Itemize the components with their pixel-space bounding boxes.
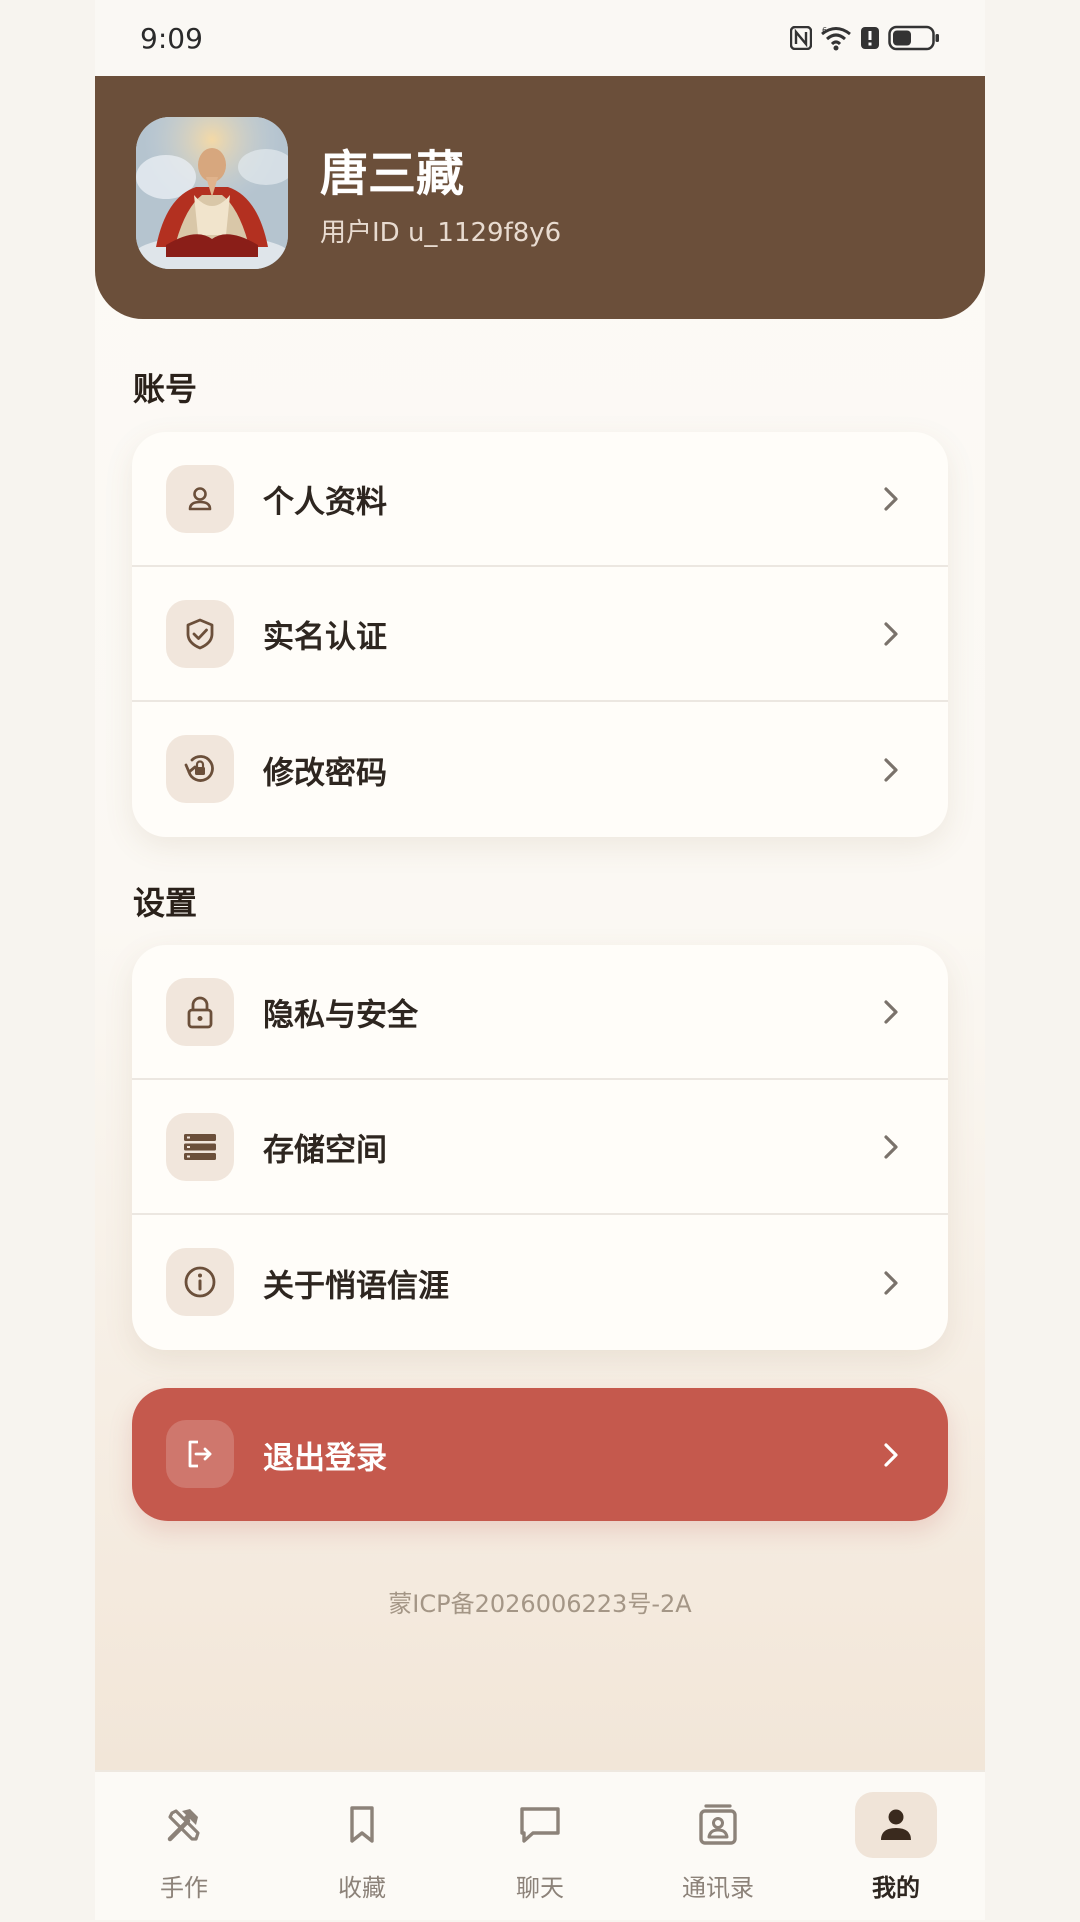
menu-item-verification[interactable]: 实名认证 — [132, 567, 948, 702]
person-icon — [855, 1792, 937, 1858]
section-title-settings: 设置 — [133, 884, 198, 922]
lock-reset-icon — [166, 735, 234, 803]
tab-label: 通讯录 — [682, 1874, 754, 1902]
settings-card: 隐私与安全 存储空间 关于悄语信涯 — [132, 945, 948, 1350]
contacts-icon — [677, 1792, 759, 1858]
tab-chat[interactable]: 聊天 — [465, 1772, 615, 1922]
chevron-right-icon — [884, 486, 898, 511]
avatar[interactable] — [136, 117, 288, 269]
menu-item-label: 个人资料 — [263, 484, 387, 520]
tab-contacts[interactable]: 通讯录 — [643, 1772, 793, 1922]
section-title-account: 账号 — [133, 370, 198, 408]
menu-item-change-password[interactable]: 修改密码 — [132, 702, 948, 837]
avatar-image — [136, 117, 288, 269]
chat-icon — [499, 1792, 581, 1858]
menu-item-label: 修改密码 — [263, 755, 387, 791]
info-icon — [166, 1248, 234, 1316]
tab-label: 聊天 — [516, 1874, 564, 1902]
chevron-right-icon — [884, 757, 898, 782]
status-bar: 9:09 6 — [95, 0, 985, 76]
user-id: 用户ID u_1129f8y6 — [320, 218, 562, 248]
menu-item-label: 关于悄语信涯 — [263, 1268, 449, 1304]
account-card: 个人资料 实名认证 修改密码 — [132, 432, 948, 837]
status-time: 9:09 — [140, 21, 203, 55]
bottom-tab-bar: 手作 收藏 聊天 通讯录 我的 — [95, 1770, 985, 1920]
menu-item-profile[interactable]: 个人资料 — [132, 432, 948, 567]
tab-label: 我的 — [872, 1874, 920, 1902]
storage-icon — [166, 1113, 234, 1181]
person-icon — [166, 465, 234, 533]
logout-label: 退出登录 — [263, 1440, 387, 1476]
logout-button[interactable]: 退出登录 — [132, 1388, 948, 1521]
menu-item-about[interactable]: 关于悄语信涯 — [132, 1215, 948, 1350]
tab-handmade[interactable]: 手作 — [109, 1772, 259, 1922]
tab-label: 手作 — [160, 1874, 208, 1902]
logout-icon — [166, 1420, 234, 1488]
profile-page: 唐三藏 用户ID u_1129f8y6 账号 个人资料 实名认证 修改密码 设置… — [95, 76, 985, 1770]
lock-icon — [166, 978, 234, 1046]
tab-me[interactable]: 我的 — [821, 1772, 971, 1922]
alert-icon — [861, 27, 879, 49]
tools-icon — [143, 1792, 225, 1858]
profile-header: 唐三藏 用户ID u_1129f8y6 — [95, 76, 985, 319]
tab-label: 收藏 — [338, 1874, 386, 1902]
icp-license[interactable]: 蒙ICP备2026006223号-2A — [95, 1584, 985, 1619]
nfc-icon — [790, 26, 812, 50]
status-icons: 6 — [790, 25, 940, 51]
chevron-right-icon — [884, 1442, 898, 1467]
bookmark-icon — [321, 1792, 403, 1858]
menu-item-storage[interactable]: 存储空间 — [132, 1080, 948, 1215]
user-name: 唐三藏 — [320, 146, 465, 202]
chevron-right-icon — [884, 621, 898, 646]
chevron-right-icon — [884, 1134, 898, 1159]
menu-item-label: 存储空间 — [263, 1132, 387, 1168]
shield-check-icon — [166, 600, 234, 668]
menu-item-label: 实名认证 — [263, 619, 387, 655]
wifi-icon: 6 — [821, 26, 851, 51]
menu-item-label: 隐私与安全 — [263, 997, 418, 1033]
svg-text:6: 6 — [822, 26, 827, 35]
chevron-right-icon — [884, 999, 898, 1024]
tab-favorites[interactable]: 收藏 — [287, 1772, 437, 1922]
menu-item-privacy[interactable]: 隐私与安全 — [132, 945, 948, 1080]
battery-icon — [888, 25, 939, 51]
chevron-right-icon — [884, 1270, 898, 1295]
